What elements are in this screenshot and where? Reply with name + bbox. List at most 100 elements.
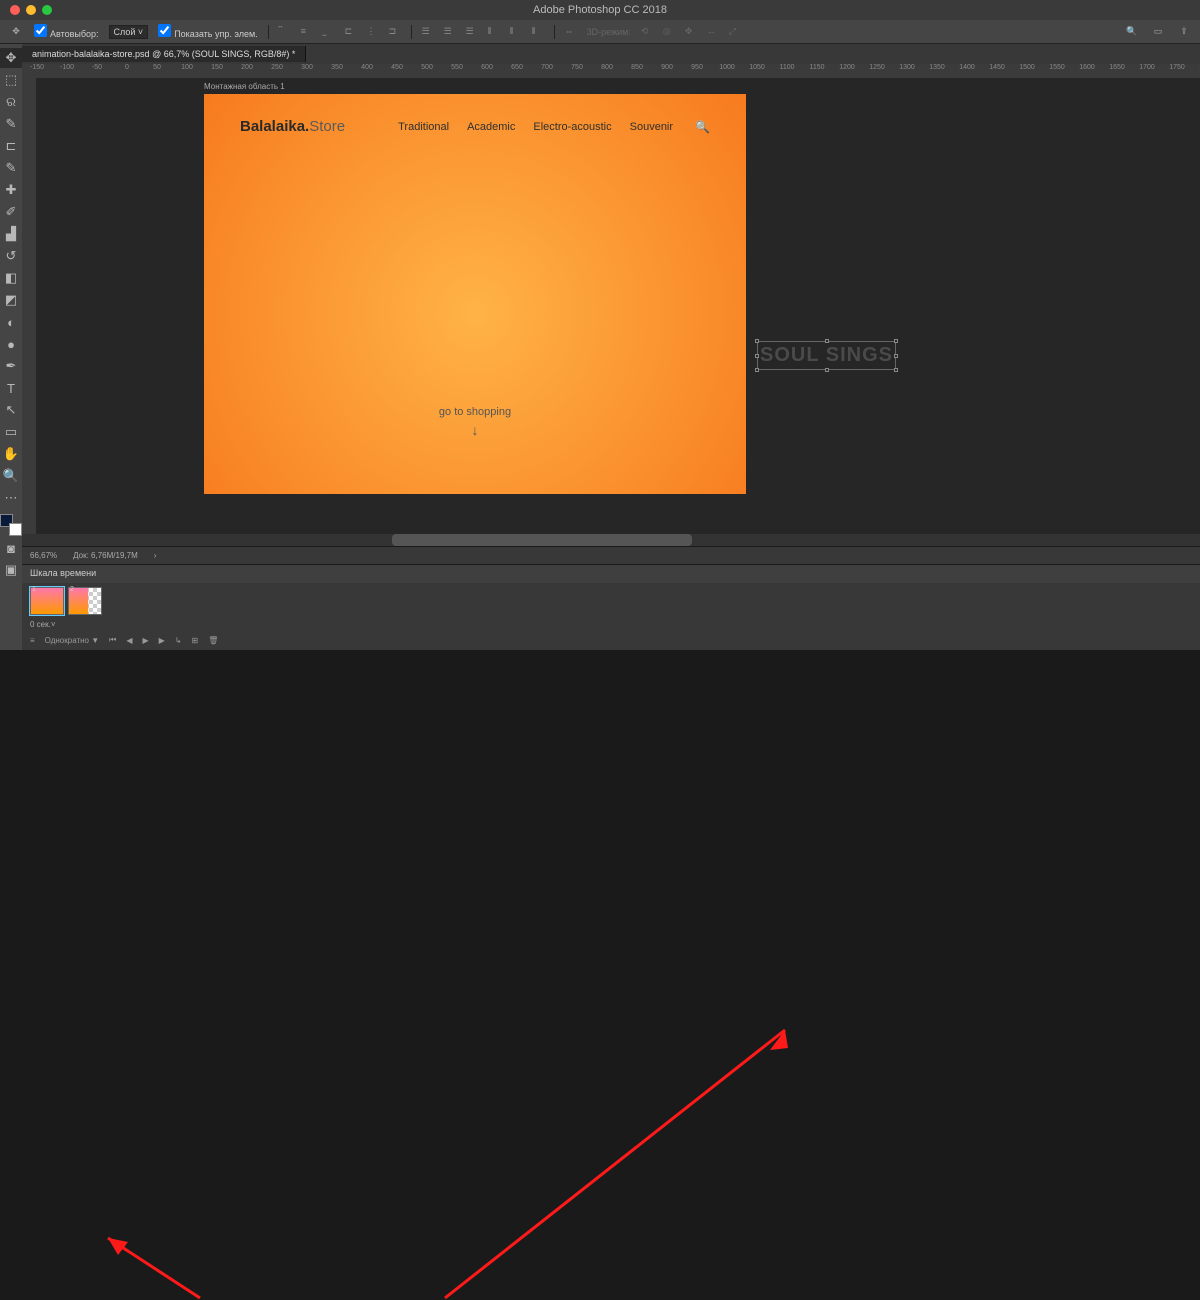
toolbar: ✥ ⬚ ର ✎ ⊏ ✎ ✚ ✐ ▟ ↺ ◧ ◩ ◐ ● ✒ T ↖ ▭ ✋ 🔍 … xyxy=(0,44,22,650)
first-frame-icon[interactable]: ⏮ xyxy=(109,635,116,645)
align-right-icon[interactable]: ⊐ xyxy=(389,26,401,38)
distribute-top-icon[interactable]: ☰ xyxy=(422,26,434,38)
roll-icon[interactable]: ◎ xyxy=(663,26,675,38)
zoom-value[interactable]: 66,67% xyxy=(30,551,57,560)
window-controls xyxy=(0,5,52,15)
next-frame-icon[interactable]: ▶ xyxy=(159,636,165,645)
orbit-icon[interactable]: ⟲ xyxy=(641,26,653,38)
lasso-tool[interactable]: ର xyxy=(0,92,22,112)
tween-icon[interactable]: ↳ xyxy=(175,636,182,645)
eyedropper-tool[interactable]: ✎ xyxy=(0,158,22,178)
distribute-bottom-icon[interactable]: ☰ xyxy=(466,26,478,38)
color-swatches[interactable] xyxy=(0,514,22,536)
mode3d-label: 3D-режим: xyxy=(587,27,631,37)
align-hcenter-icon[interactable]: ⋮ xyxy=(367,26,379,38)
nav-item: Traditional xyxy=(398,121,449,133)
titlebar: Adobe Photoshop CC 2018 xyxy=(0,0,1200,20)
move-tool-icon: ✥ xyxy=(8,24,24,40)
show-controls-checkbox[interactable]: Показать упр. элем. xyxy=(158,24,257,39)
healing-tool[interactable]: ✚ xyxy=(0,180,22,200)
nav-item: Academic xyxy=(467,121,515,133)
status-chevron-icon[interactable]: › xyxy=(154,551,157,560)
minimize-icon[interactable] xyxy=(26,5,36,15)
maximize-icon[interactable] xyxy=(42,5,52,15)
move-tool[interactable]: ✥ xyxy=(0,48,22,68)
frame-duration[interactable]: 0 сек.˅ xyxy=(22,619,1200,630)
crop-tool[interactable]: ⊏ xyxy=(0,136,22,156)
timeline-menu-icon[interactable]: ≡ xyxy=(30,636,35,645)
background-swatch[interactable] xyxy=(9,523,22,536)
distribute-hcenter-icon[interactable]: ⫴ xyxy=(510,26,522,38)
path-tool[interactable]: ↖ xyxy=(0,400,22,420)
hand-tool[interactable]: ✋ xyxy=(0,444,22,464)
cta-label: go to shopping xyxy=(439,406,511,418)
marquee-tool[interactable]: ⬚ xyxy=(0,70,22,90)
timeline-frame[interactable]: 1 xyxy=(30,587,64,615)
timeline-controls: ≡ Однократно ▼ ⏮ ◀ ▶ ▶ ↳ ⊞ 🗑 xyxy=(22,630,1200,650)
search-icon[interactable]: 🔍 xyxy=(1124,24,1140,40)
align-bottom-icon[interactable]: ⎵ xyxy=(323,26,335,38)
share-icon[interactable]: ⇪ xyxy=(1176,24,1192,40)
prev-frame-icon[interactable]: ◀ xyxy=(126,636,132,645)
gradient-tool[interactable]: ◩ xyxy=(0,290,22,310)
brush-tool[interactable]: ✐ xyxy=(0,202,22,222)
delete-frame-icon[interactable]: 🗑 xyxy=(208,636,218,645)
distribute-right-icon[interactable]: ⫴ xyxy=(532,26,544,38)
timeline-frame[interactable]: 2 xyxy=(68,587,102,615)
slide-icon[interactable]: ↔ xyxy=(707,26,719,38)
artboard: Balalaika.Store Traditional Academic Elect… xyxy=(204,94,746,494)
history-brush-tool[interactable]: ↺ xyxy=(0,246,22,266)
zoom-icon[interactable]: ⤢ xyxy=(729,26,741,38)
options-bar: ✥ Автовыбор: Слой ˅ Показать упр. элем. … xyxy=(0,20,1200,44)
horizontal-scrollbar[interactable] xyxy=(22,534,1200,546)
distribute-left-icon[interactable]: ⫴ xyxy=(488,26,500,38)
edit-toolbar[interactable]: ⋯ xyxy=(0,488,22,508)
timeline-title: Шкала времени xyxy=(22,565,1200,583)
timeline-panel: Шкала времени 12 0 сек.˅ ≡ Однократно ▼ … xyxy=(22,564,1200,650)
pan-icon[interactable]: ✥ xyxy=(685,26,697,38)
document-area: animation-balalaika-store.psd @ 66,7% (S… xyxy=(22,44,1200,650)
document-tabs: animation-balalaika-store.psd @ 66,7% (S… xyxy=(22,44,1200,64)
distribute-vcenter-icon[interactable]: ☰ xyxy=(444,26,456,38)
canvas[interactable]: Монтажная область 1 Balalaika.Store Trad… xyxy=(36,78,1200,534)
ruler-vertical xyxy=(22,78,36,534)
annotation-overlay xyxy=(0,650,1200,1300)
align-left-icon[interactable]: ⊏ xyxy=(345,26,357,38)
stamp-tool[interactable]: ▟ xyxy=(0,224,22,244)
ruler-horizontal: -150-100-5005010015020025030035040045050… xyxy=(22,64,1200,78)
workspace-icon[interactable]: ▭ xyxy=(1150,24,1166,40)
artboard-label[interactable]: Монтажная область 1 xyxy=(204,82,285,91)
play-icon[interactable]: ▶ xyxy=(143,636,149,645)
autoselect-dropdown[interactable]: Слой ˅ xyxy=(109,25,149,39)
nav-item: Souvenir xyxy=(630,121,673,133)
arrow-down-icon: ↓ xyxy=(439,422,511,438)
search-icon: 🔍 xyxy=(695,120,710,134)
loop-dropdown[interactable]: Однократно ▼ xyxy=(45,636,99,645)
nav: Traditional Academic Electro-acoustic Souve… xyxy=(398,121,673,133)
quickmask-tool[interactable]: ◙ xyxy=(0,538,22,558)
status-bar: 66,67% Док: 6,76M/19,7M › xyxy=(22,546,1200,564)
autoselect-checkbox[interactable]: Автовыбор: xyxy=(34,24,99,39)
align-top-icon[interactable]: ⎴ xyxy=(279,26,291,38)
timeline-frames: 12 xyxy=(22,583,1200,619)
type-tool[interactable]: T xyxy=(0,378,22,398)
app-title: Adobe Photoshop CC 2018 xyxy=(533,4,667,16)
selected-text-layer[interactable]: SOUL SINGS xyxy=(758,342,895,369)
logo: Balalaika.Store xyxy=(240,118,345,135)
screenmode-tool[interactable]: ▣ xyxy=(0,560,22,580)
nav-item: Electro-acoustic xyxy=(533,121,611,133)
cta: go to shopping ↓ xyxy=(439,406,511,438)
new-frame-icon[interactable]: ⊞ xyxy=(192,636,199,645)
pen-tool[interactable]: ✒ xyxy=(0,356,22,376)
zoom-tool[interactable]: 🔍 xyxy=(0,466,22,486)
shape-tool[interactable]: ▭ xyxy=(0,422,22,442)
distribute-spacing-icon[interactable]: ⇔ xyxy=(565,26,577,38)
eraser-tool[interactable]: ◧ xyxy=(0,268,22,288)
close-icon[interactable] xyxy=(10,5,20,15)
quickselect-tool[interactable]: ✎ xyxy=(0,114,22,134)
align-vcenter-icon[interactable]: ≡ xyxy=(301,26,313,38)
blur-tool[interactable]: ◐ xyxy=(0,312,22,332)
dodge-tool[interactable]: ● xyxy=(0,334,22,354)
document-tab[interactable]: animation-balalaika-store.psd @ 66,7% (S… xyxy=(22,46,306,62)
doc-size[interactable]: Док: 6,76M/19,7M xyxy=(73,551,138,560)
